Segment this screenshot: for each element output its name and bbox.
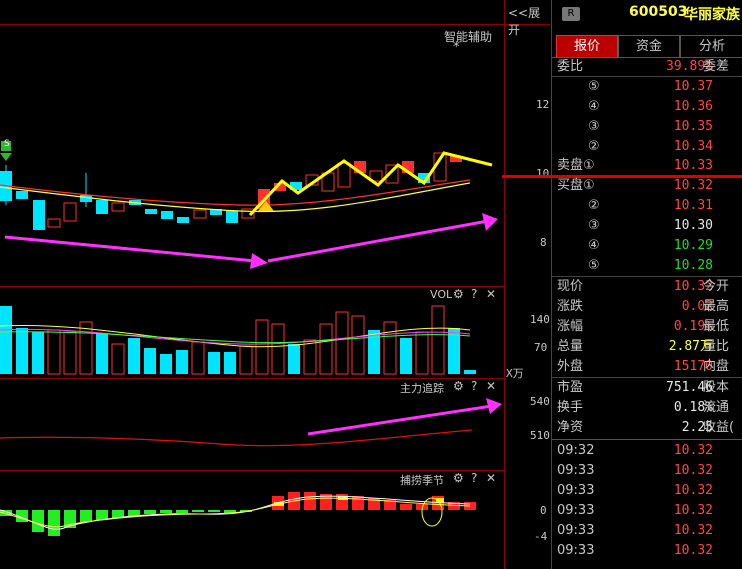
season-bars [0, 492, 476, 536]
main-force-line [0, 429, 473, 447]
tab-analysis[interactable]: 分析 [680, 35, 742, 58]
tick-row: 09:33 10.32 [557, 543, 713, 558]
y-tick-12: 12 [536, 98, 550, 111]
axis-divider [504, 0, 505, 569]
quote-row-change: 涨跌 0.02 最高 [557, 299, 730, 314]
collapse-button[interactable]: <<展开 [508, 4, 550, 38]
tab-funds[interactable]: 资金 [618, 35, 680, 58]
chart-area[interactable]: <<展开 智能辅助 * S 12 10 8 VOL ⚙ ? ✕ 140 70 X… [0, 0, 550, 569]
mf-tick-510: 510 [530, 429, 550, 442]
fund-row-turnover: 换手 0.18% 流通 [557, 400, 730, 415]
season-tick-0: 0 [540, 504, 547, 517]
sell-3[interactable]: ③ 10.35 [552, 117, 742, 137]
fund-row-nav: 净资 2.25 收益( [557, 420, 735, 435]
tick-row: 09:32 10.32 [557, 443, 713, 458]
buy-1[interactable]: 买盘① 10.32 [552, 176, 742, 196]
ma-yellow [0, 182, 471, 213]
quote-row-pct: 涨幅 0.19% 最低 [557, 319, 730, 334]
season-close-icon[interactable]: ✕ [486, 471, 496, 485]
fund-row-pe: 市盈 751.46 股本 [557, 380, 730, 395]
uptrend-arrow [267, 219, 489, 263]
tick-row: 09:33 10.32 [557, 483, 713, 498]
stock-name: 华丽家族 [684, 7, 740, 23]
buy-4[interactable]: ④ 10.29 [552, 236, 742, 256]
vol-bars [0, 305, 476, 375]
vol-unit: X万 [506, 367, 524, 380]
quote-row-volume: 总量 2.87万 量比 [557, 339, 730, 354]
vol-tick-140: 140 [530, 313, 550, 326]
mf-tick-540: 540 [530, 395, 550, 408]
buy-3[interactable]: ③ 10.30 [552, 216, 742, 236]
sell-2[interactable]: ② 10.34 [552, 137, 742, 157]
downtrend-arrow [4, 235, 256, 263]
buy-5[interactable]: ⑤ 10.28 [552, 256, 742, 276]
main-force-chart[interactable] [0, 392, 504, 468]
tick-row: 09:33 10.32 [557, 523, 713, 538]
vol-chart[interactable] [0, 300, 504, 376]
main-force-gear-icon[interactable]: ⚙ [453, 379, 464, 393]
vol-tick-70: 70 [534, 341, 548, 354]
tick-row: 09:33 10.32 [557, 503, 713, 518]
sell-5[interactable]: ⑤ 10.37 [552, 77, 742, 97]
quote-row-outer: 外盘 15170 内盘 [557, 359, 730, 374]
price-chart[interactable] [0, 25, 504, 287]
vol-gear-icon[interactable]: ⚙ [453, 287, 464, 301]
vol-help-icon[interactable]: ? [471, 287, 477, 301]
main-force-help-icon[interactable]: ? [471, 379, 477, 393]
season-tick-neg4: -4 [534, 530, 548, 543]
main-force-close-icon[interactable]: ✕ [486, 379, 496, 393]
main-force-divider [0, 378, 504, 379]
vol-divider [0, 286, 504, 287]
season-chart[interactable] [0, 484, 504, 569]
y-tick-8: 8 [540, 236, 547, 249]
tick-row: 09:33 10.32 [557, 463, 713, 478]
season-divider [0, 470, 504, 471]
buy-2[interactable]: ② 10.31 [552, 196, 742, 216]
vol-close-icon[interactable]: ✕ [486, 287, 496, 301]
season-help-icon[interactable]: ? [471, 471, 477, 485]
sell-1[interactable]: 卖盘① 10.33 [552, 156, 742, 176]
quote-row-price: 现价 10.32 今开 [557, 279, 730, 294]
diff-label: 委差 [703, 59, 730, 74]
sell-4[interactable]: ④ 10.36 [552, 97, 742, 117]
main-force-arrow [307, 404, 493, 436]
season-gear-icon[interactable]: ⚙ [453, 471, 464, 485]
tab-quote[interactable]: 报价 [556, 35, 618, 58]
signal-letter: S [4, 139, 10, 149]
r-badge: R [562, 7, 580, 21]
ma-red [0, 179, 471, 206]
quote-panel: R 600503 华丽家族 报价 资金 分析 委比 39.89% 委差 ⑤ 10.… [502, 0, 742, 569]
ratio-label: 委比 [557, 59, 584, 74]
stock-code: 600503 [629, 4, 688, 20]
ratio-row: 委比 39.89% 委差 [552, 57, 742, 77]
y-tick-10: 10 [536, 167, 550, 180]
zigzag-arrows [248, 151, 493, 217]
